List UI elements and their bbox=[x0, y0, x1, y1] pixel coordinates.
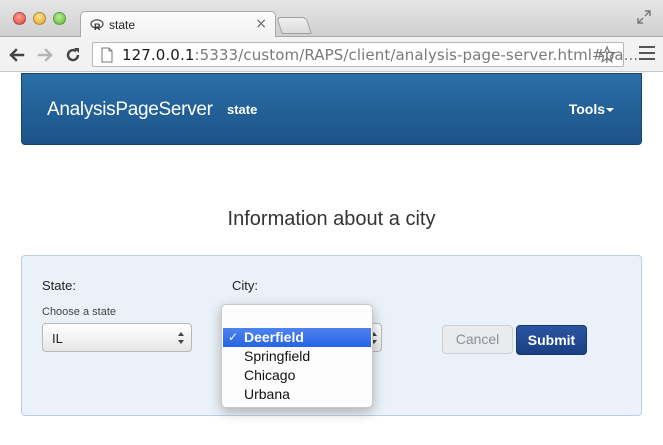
city-option-deerfield[interactable]: ✓ Deerfield bbox=[223, 328, 371, 347]
address-bar[interactable]: 127.0.0.1:5333/custom/RAPS/client/analys… bbox=[92, 42, 638, 67]
new-tab-button[interactable] bbox=[276, 17, 312, 34]
reload-icon bbox=[66, 48, 80, 62]
select-arrows-icon bbox=[178, 332, 184, 344]
city-option-springfield[interactable]: Springfield bbox=[223, 347, 371, 366]
url-text: 127.0.0.1:5333/custom/RAPS/client/analys… bbox=[122, 46, 638, 64]
city-option-urbana[interactable]: Urbana bbox=[223, 385, 371, 404]
page-title: Information about a city bbox=[227, 208, 436, 230]
url-host: 127.0.0.1 bbox=[122, 46, 195, 64]
brand-link[interactable]: AnalysisPageServer bbox=[47, 99, 213, 121]
tools-menu[interactable]: Tools bbox=[569, 101, 605, 117]
forward-button[interactable] bbox=[35, 45, 55, 65]
city-option-chicago[interactable]: Chicago bbox=[223, 366, 371, 385]
page-icon bbox=[101, 47, 113, 63]
browser-tab[interactable]: R state × bbox=[80, 11, 276, 38]
state-hint: Choose a state bbox=[42, 306, 116, 318]
close-window-button[interactable] bbox=[13, 12, 26, 25]
bookmark-star-icon[interactable] bbox=[597, 45, 617, 65]
submit-button[interactable]: Submit bbox=[516, 325, 587, 355]
reload-button[interactable] bbox=[63, 45, 83, 65]
state-select-value: IL bbox=[52, 331, 63, 346]
r-logo-icon: R bbox=[90, 19, 104, 32]
minimize-window-button[interactable] bbox=[33, 12, 46, 25]
checkmark-icon: ✓ bbox=[228, 330, 239, 344]
city-option-label: Springfield bbox=[244, 348, 311, 364]
fullscreen-icon[interactable] bbox=[637, 10, 651, 24]
state-select[interactable]: IL bbox=[42, 323, 192, 352]
browser-toolbar: 127.0.0.1:5333/custom/RAPS/client/analys… bbox=[0, 37, 663, 72]
nav-page-label[interactable]: state bbox=[227, 102, 257, 117]
city-label: City: bbox=[232, 278, 258, 293]
city-option-label: Chicago bbox=[244, 367, 296, 383]
app-navbar: AnalysisPageServer state Tools bbox=[21, 73, 642, 145]
back-button[interactable] bbox=[7, 45, 27, 65]
city-dropdown-list: ✓ Deerfield Springfield Chicago Urbana bbox=[221, 304, 373, 408]
cancel-button[interactable]: Cancel bbox=[442, 325, 513, 354]
zoom-window-button[interactable] bbox=[53, 12, 66, 25]
state-label: State: bbox=[42, 278, 76, 293]
url-path: :5333/custom/RAPS/client/analysis-page-s… bbox=[194, 46, 639, 64]
svg-text:R: R bbox=[94, 22, 101, 32]
back-arrow-icon bbox=[9, 48, 25, 62]
browser-menu-icon[interactable] bbox=[639, 46, 655, 62]
forward-arrow-icon bbox=[37, 48, 53, 62]
caret-down-icon[interactable] bbox=[606, 108, 614, 112]
city-option-label: Urbana bbox=[244, 386, 290, 402]
tab-title: state bbox=[109, 18, 136, 32]
tab-close-icon[interactable]: × bbox=[255, 16, 267, 32]
city-option-label: Deerfield bbox=[244, 329, 304, 345]
browser-tab-strip: R state × bbox=[0, 0, 663, 38]
